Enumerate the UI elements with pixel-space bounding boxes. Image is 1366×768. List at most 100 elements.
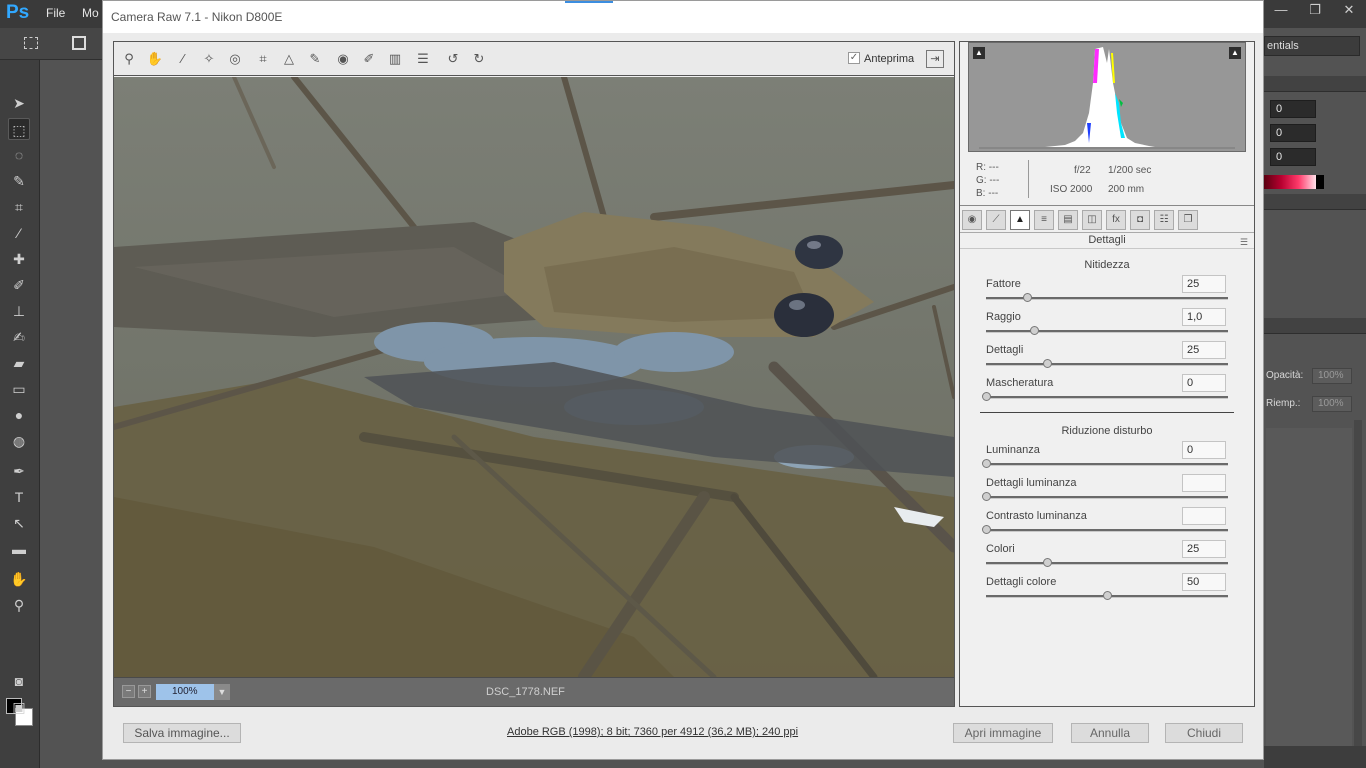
crop-icon[interactable]: ⌗ bbox=[254, 50, 272, 68]
slider-value-field[interactable]: 25 bbox=[1182, 540, 1226, 558]
hand-icon[interactable]: ✋ bbox=[146, 50, 164, 68]
minimize-icon[interactable]: — bbox=[1264, 0, 1298, 20]
workflow-options-link[interactable]: Adobe RGB (1998); 8 bit; 7360 per 4912 (… bbox=[507, 726, 798, 738]
pen-tool-icon[interactable]: ✒ bbox=[8, 460, 30, 482]
layers-list[interactable] bbox=[1266, 428, 1352, 746]
rotate-left-icon[interactable]: ↺ bbox=[444, 50, 462, 68]
crop-tool-icon[interactable]: ⌗ bbox=[8, 196, 30, 218]
selection-mode-icon[interactable] bbox=[72, 36, 86, 50]
tab-presets-icon[interactable]: ☷ bbox=[1154, 210, 1174, 230]
marquee-options-icon[interactable] bbox=[24, 37, 38, 49]
done-button[interactable]: Chiudi bbox=[1165, 723, 1243, 743]
zoom-icon[interactable]: ⚲ bbox=[120, 50, 138, 68]
marquee-tool-icon[interactable]: ⬚ bbox=[8, 118, 30, 140]
open-image-button[interactable]: Apri immagine bbox=[953, 723, 1053, 743]
graduated-filter-icon[interactable]: ▥ bbox=[386, 50, 404, 68]
brush-tool-icon[interactable]: ✐ bbox=[8, 274, 30, 296]
tab-split-toning-icon[interactable]: ▤ bbox=[1058, 210, 1078, 230]
type-tool-icon[interactable]: T bbox=[8, 486, 30, 508]
spot-removal-icon[interactable]: ✎ bbox=[306, 50, 324, 68]
eraser-tool-icon[interactable]: ▰ bbox=[8, 352, 30, 374]
rotate-right-icon[interactable]: ↻ bbox=[470, 50, 488, 68]
dodge-tool-icon[interactable]: ◍ bbox=[8, 430, 30, 452]
slider-value-field[interactable] bbox=[1182, 507, 1226, 525]
white-balance-icon[interactable]: ⁄ bbox=[174, 50, 192, 68]
lasso-tool-icon[interactable]: ◌ bbox=[8, 144, 30, 166]
save-image-button[interactable]: Salva immagine... bbox=[123, 723, 241, 743]
zoom-tool-icon[interactable]: ⚲ bbox=[8, 594, 30, 616]
history-brush-tool-icon[interactable]: ✍ bbox=[8, 326, 30, 348]
blur-tool-icon[interactable]: ● bbox=[8, 404, 30, 426]
slider-track[interactable] bbox=[982, 459, 1228, 468]
gradient-tool-icon[interactable]: ▭ bbox=[8, 378, 30, 400]
chevron-down-icon[interactable]: ▼ bbox=[214, 684, 230, 700]
workspace-switcher[interactable]: entials bbox=[1264, 36, 1360, 56]
menu-modifica[interactable]: Mo bbox=[82, 6, 99, 20]
fullscreen-icon[interactable]: ⇥ bbox=[926, 50, 944, 68]
color-value-1[interactable]: 0 bbox=[1270, 100, 1316, 118]
slider-value-field[interactable]: 0 bbox=[1182, 441, 1226, 459]
slider-thumb[interactable] bbox=[1023, 293, 1033, 302]
shape-tool-icon[interactable]: ▬ bbox=[8, 538, 30, 560]
move-tool-icon[interactable]: ➤ bbox=[8, 92, 30, 114]
color-sampler-icon[interactable]: ✧ bbox=[200, 50, 218, 68]
zoom-out-icon[interactable]: − bbox=[122, 685, 135, 698]
hand-tool-icon[interactable]: ✋ bbox=[8, 568, 30, 590]
slider-thumb[interactable] bbox=[1042, 359, 1052, 368]
tab-hsl-icon[interactable]: ≡ bbox=[1034, 210, 1054, 230]
slider-track[interactable] bbox=[986, 359, 1228, 368]
slider-thumb[interactable] bbox=[982, 492, 991, 501]
tab-basic-icon[interactable]: ◉ bbox=[962, 210, 982, 230]
slider-track[interactable] bbox=[986, 326, 1228, 335]
quick-mask-icon[interactable]: ◙ bbox=[8, 670, 30, 692]
opacity-field[interactable]: 100% bbox=[1312, 368, 1352, 384]
layers-scrollbar[interactable] bbox=[1354, 420, 1362, 746]
slider-value-field[interactable]: 1,0 bbox=[1182, 308, 1226, 326]
photo-preview[interactable] bbox=[114, 77, 954, 677]
tab-effects-icon[interactable]: fx bbox=[1106, 210, 1126, 230]
red-eye-icon[interactable]: ◉ bbox=[334, 50, 352, 68]
slider-track[interactable] bbox=[986, 591, 1228, 600]
tab-tone-curve-icon[interactable]: ⟋ bbox=[986, 210, 1006, 230]
slider-value-field[interactable] bbox=[1182, 474, 1226, 492]
cancel-button[interactable]: Annulla bbox=[1071, 723, 1149, 743]
menu-file[interactable]: File bbox=[46, 6, 65, 20]
slider-track[interactable] bbox=[982, 492, 1228, 501]
path-select-tool-icon[interactable]: ↖ bbox=[8, 512, 30, 534]
color-value-2[interactable]: 0 bbox=[1270, 124, 1316, 142]
tab-snapshots-icon[interactable]: ❐ bbox=[1178, 210, 1198, 230]
slider-value-field[interactable]: 0 bbox=[1182, 374, 1226, 392]
tab-camera-calibration-icon[interactable]: ◘ bbox=[1130, 210, 1150, 230]
slider-track[interactable] bbox=[982, 392, 1228, 401]
eyedropper-tool-icon[interactable]: ⁄ bbox=[8, 222, 30, 244]
tab-detail-icon[interactable]: ▲ bbox=[1010, 210, 1030, 230]
close-icon[interactable]: ✕ bbox=[1332, 0, 1366, 20]
straighten-icon[interactable]: △ bbox=[280, 50, 298, 68]
screen-mode-icon[interactable]: ▣ bbox=[8, 696, 30, 718]
preferences-icon[interactable]: ☰ bbox=[414, 50, 432, 68]
slider-track[interactable] bbox=[986, 293, 1228, 302]
targeted-adjustment-icon[interactable]: ◎ bbox=[226, 50, 244, 68]
slider-thumb[interactable] bbox=[982, 392, 991, 401]
color-ramp[interactable] bbox=[1264, 175, 1324, 189]
restore-icon[interactable]: ❐ bbox=[1298, 0, 1332, 20]
slider-thumb[interactable] bbox=[1042, 558, 1052, 567]
tab-lens-corrections-icon[interactable]: ◫ bbox=[1082, 210, 1102, 230]
slider-thumb[interactable] bbox=[1030, 326, 1040, 335]
quick-select-tool-icon[interactable]: ✎ bbox=[8, 170, 30, 192]
slider-track[interactable] bbox=[982, 525, 1228, 534]
fill-field[interactable]: 100% bbox=[1312, 396, 1352, 412]
slider-thumb[interactable] bbox=[982, 525, 991, 534]
slider-value-field[interactable]: 25 bbox=[1182, 341, 1226, 359]
healing-tool-icon[interactable]: ✚ bbox=[8, 248, 30, 270]
slider-value-field[interactable]: 50 bbox=[1182, 573, 1226, 591]
zoom-in-icon[interactable]: + bbox=[138, 685, 151, 698]
slider-thumb[interactable] bbox=[982, 459, 991, 468]
preview-checkbox[interactable]: ✓ bbox=[848, 52, 860, 64]
panel-menu-icon[interactable]: ☰ bbox=[1240, 235, 1248, 249]
slider-value-field[interactable]: 25 bbox=[1182, 275, 1226, 293]
adjustment-brush-icon[interactable]: ✐ bbox=[360, 50, 378, 68]
color-value-3[interactable]: 0 bbox=[1270, 148, 1316, 166]
slider-thumb[interactable] bbox=[1103, 591, 1112, 600]
stamp-tool-icon[interactable]: ⊥ bbox=[8, 300, 30, 322]
